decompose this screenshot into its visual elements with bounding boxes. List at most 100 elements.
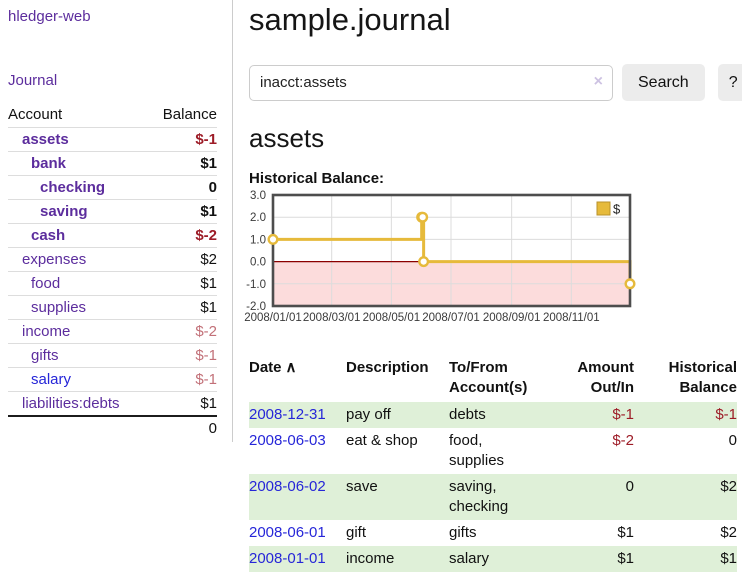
account-balance: $1 (149, 200, 217, 224)
account-link[interactable]: cash (31, 227, 65, 244)
description-column-header: Description (346, 356, 449, 402)
transaction-amount: $-2 (554, 428, 634, 474)
account-balance: 0 (149, 176, 217, 200)
account-link[interactable]: salary (31, 371, 71, 388)
account-balance: $-1 (149, 368, 217, 392)
transaction-balance: 0 (634, 428, 737, 474)
accounts-total-value: 0 (149, 416, 217, 440)
account-balance: $1 (149, 296, 217, 320)
page-title: sample.journal (249, 2, 742, 38)
account-link[interactable]: supplies (31, 299, 86, 316)
account-balance: $-2 (149, 224, 217, 248)
help-button[interactable]: ? (718, 64, 742, 101)
transaction-accounts: debts (449, 402, 554, 428)
svg-text:2008/09/01: 2008/09/01 (483, 312, 541, 324)
transaction-amount: $1 (554, 520, 634, 546)
search-input[interactable] (250, 66, 612, 100)
svg-text:$: $ (613, 202, 621, 217)
transaction-balance: $2 (634, 520, 737, 546)
app-home-link[interactable]: hledger-web (8, 8, 91, 25)
sidebar-item-journal[interactable]: Journal (8, 72, 57, 89)
register-header-row: Date∧ Description To/From Account(s) Amo… (249, 356, 737, 402)
account-balance: $-1 (149, 128, 217, 152)
svg-text:1.0: 1.0 (250, 234, 266, 246)
accounts-table-header: Account Balance (8, 104, 217, 128)
account-heading: assets (249, 123, 742, 154)
balance-column-header: Balance (149, 104, 217, 128)
account-balance: $1 (149, 152, 217, 176)
transaction-description: save (346, 474, 449, 520)
account-link[interactable]: assets (22, 131, 69, 148)
clear-search-icon[interactable]: × (594, 73, 603, 91)
transaction-accounts: saving, checking (449, 474, 554, 520)
account-link[interactable]: checking (40, 179, 105, 196)
account-column-header: Account (8, 104, 149, 128)
transaction-description: income (346, 546, 449, 572)
transaction-date-link[interactable]: 2008-01-01 (249, 550, 326, 567)
chart-title: Historical Balance: (249, 170, 742, 187)
transaction-accounts: gifts (449, 520, 554, 546)
historical-balance-chart: 2008/01/012008/03/012008/05/012008/07/01… (242, 194, 742, 336)
transaction-row: 2008-01-01incomesalary$1$1 (249, 546, 737, 572)
transaction-amount: $1 (554, 546, 634, 572)
account-link[interactable]: bank (31, 155, 66, 172)
svg-text:0.0: 0.0 (250, 257, 266, 269)
transaction-date-link[interactable]: 2008-06-01 (249, 524, 326, 541)
transaction-amount: $-1 (554, 402, 634, 428)
account-row: expenses $2 (8, 248, 217, 272)
svg-text:2008/07/01: 2008/07/01 (422, 312, 480, 324)
svg-text:2008/05/01: 2008/05/01 (363, 312, 421, 324)
transaction-row: 2008-06-01giftgifts$1$2 (249, 520, 737, 546)
svg-text:-2.0: -2.0 (246, 301, 266, 313)
transaction-row: 2008-12-31pay offdebts$-1$-1 (249, 402, 737, 428)
svg-text:2.0: 2.0 (250, 212, 266, 224)
search-button[interactable]: Search (622, 64, 705, 101)
account-link[interactable]: expenses (22, 251, 86, 268)
transaction-balance: $-1 (634, 402, 737, 428)
sort-asc-icon: ∧ (286, 359, 297, 376)
transaction-description: pay off (346, 402, 449, 428)
accounts-total-row: 0 (8, 416, 217, 440)
transaction-row: 2008-06-02savesaving, checking0$2 (249, 474, 737, 520)
account-row: salary $-1 (8, 368, 217, 392)
account-row: supplies $1 (8, 296, 217, 320)
account-balance: $-1 (149, 344, 217, 368)
chart-svg: 2008/01/012008/03/012008/05/012008/07/01… (242, 194, 642, 332)
account-balance: $1 (149, 272, 217, 296)
account-link[interactable]: gifts (31, 347, 59, 364)
svg-text:-1.0: -1.0 (246, 279, 266, 291)
accounts-table: Account Balance assets $-1 bank $1 checking 0… (8, 104, 217, 440)
amount-column-header: Amount Out/In (554, 356, 634, 402)
account-link[interactable]: income (22, 323, 70, 340)
account-balance: $2 (149, 248, 217, 272)
account-link[interactable]: saving (40, 203, 88, 220)
account-row: gifts $-1 (8, 344, 217, 368)
account-row: bank $1 (8, 152, 217, 176)
date-column-header[interactable]: Date∧ (249, 356, 346, 402)
app-window: hledger-web Journal Account Balance asse… (0, 0, 742, 572)
search-input-wrap: × (249, 65, 613, 101)
balance-column-header-register: Historical Balance (634, 356, 737, 402)
account-row: checking 0 (8, 176, 217, 200)
account-link[interactable]: liabilities:debts (22, 395, 120, 412)
register-table: Date∧ Description To/From Account(s) Amo… (249, 356, 737, 572)
account-balance: $1 (149, 392, 217, 417)
transaction-balance: $1 (634, 546, 737, 572)
account-row: income $-2 (8, 320, 217, 344)
svg-text:3.0: 3.0 (250, 190, 266, 202)
main-content: sample.journal × Search ? assets Histori… (233, 0, 742, 572)
account-row: saving $1 (8, 200, 217, 224)
transaction-date-link[interactable]: 2008-06-02 (249, 478, 326, 495)
account-link[interactable]: food (31, 275, 60, 292)
transaction-description: eat & shop (346, 428, 449, 474)
transaction-amount: 0 (554, 474, 634, 520)
transaction-date-link[interactable]: 2008-12-31 (249, 406, 326, 423)
search-bar: × Search ? (249, 64, 742, 101)
svg-text:2008/11/01: 2008/11/01 (543, 312, 600, 324)
account-balance: $-2 (149, 320, 217, 344)
account-row: food $1 (8, 272, 217, 296)
transaction-date-link[interactable]: 2008-06-03 (249, 432, 326, 449)
account-row: assets $-1 (8, 128, 217, 152)
account-row: liabilities:debts $1 (8, 392, 217, 417)
transaction-accounts: food, supplies (449, 428, 554, 474)
